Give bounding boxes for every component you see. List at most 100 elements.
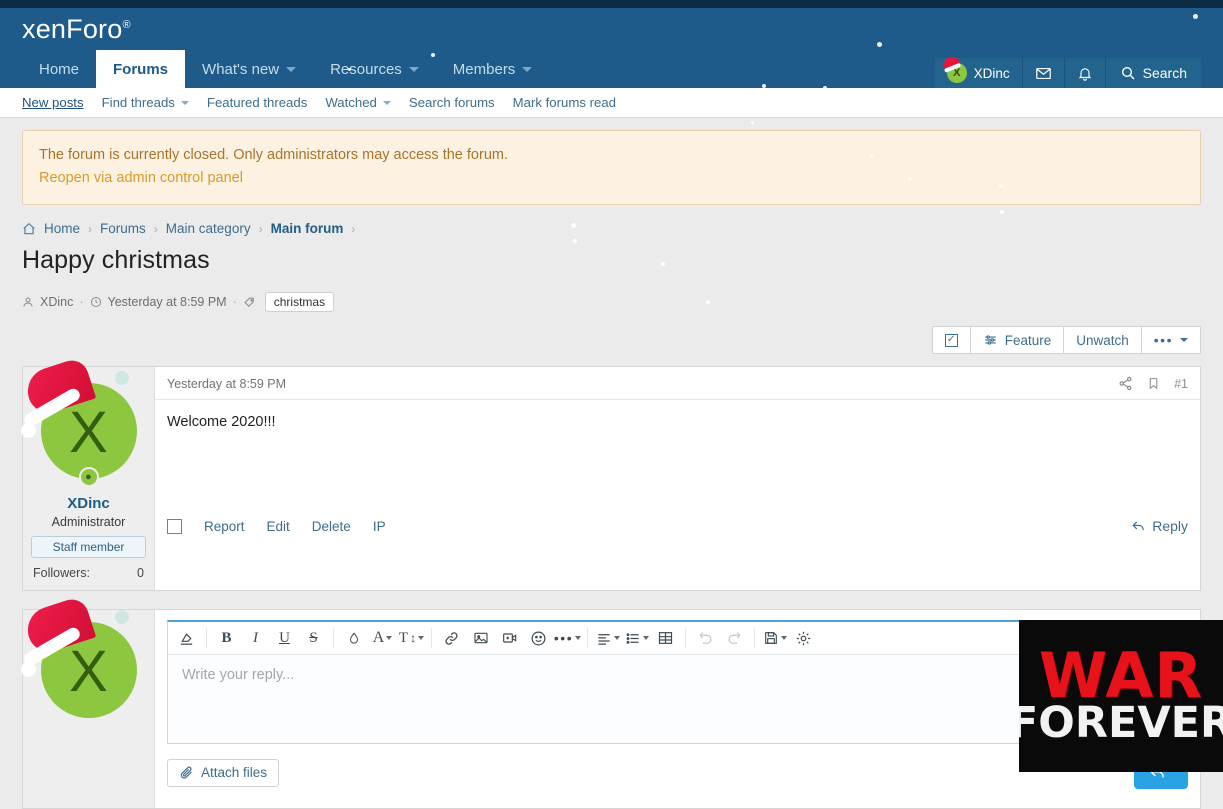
breadcrumb-separator: › bbox=[153, 221, 158, 236]
meta-separator: · bbox=[79, 295, 84, 310]
subnav-item-label: Watched bbox=[325, 95, 377, 110]
font-family-icon[interactable]: A bbox=[368, 624, 397, 653]
site-logo[interactable]: xenForo® bbox=[22, 14, 131, 45]
bold-icon[interactable]: B bbox=[212, 624, 241, 653]
subnav-item-find-threads[interactable]: Find threads bbox=[102, 95, 189, 110]
subnav-item-featured-threads[interactable]: Featured threads bbox=[207, 95, 307, 110]
font-size-icon[interactable]: T ↕ bbox=[397, 624, 426, 653]
underline-icon[interactable]: U bbox=[270, 624, 299, 653]
nav-item-resources[interactable]: Resources bbox=[313, 50, 436, 88]
thread-tools-group: ✓ Feature Unwatch ••• bbox=[931, 326, 1201, 355]
avatar[interactable]: X ● bbox=[20, 356, 137, 488]
online-status-icon: ● bbox=[78, 467, 99, 488]
followers-row: Followers: 0 bbox=[31, 566, 146, 580]
nav-item-whats-new[interactable]: What's new bbox=[185, 50, 313, 88]
nav-item-members[interactable]: Members bbox=[436, 50, 550, 88]
breadcrumb-item-main-category[interactable]: Main category bbox=[166, 221, 251, 236]
post-number[interactable]: #1 bbox=[1174, 377, 1188, 391]
undo-icon[interactable] bbox=[691, 624, 720, 653]
inbox-button[interactable] bbox=[1022, 58, 1065, 88]
nav-item-home[interactable]: Home bbox=[22, 50, 96, 88]
subnav-item-search-forums[interactable]: Search forums bbox=[409, 95, 495, 110]
overlay-line-2: FOREVER bbox=[1019, 698, 1223, 749]
more-options-button[interactable]: ••• bbox=[1140, 326, 1201, 355]
ip-link[interactable]: IP bbox=[373, 519, 386, 534]
breadcrumb-separator: › bbox=[258, 221, 263, 236]
thread-tag[interactable]: christmas bbox=[264, 292, 335, 313]
smilies-icon[interactable] bbox=[524, 624, 553, 653]
image-icon[interactable] bbox=[466, 624, 495, 653]
sliders-icon bbox=[984, 335, 996, 345]
thread-meta: XDinc · Yesterday at 8:59 PM · christmas bbox=[22, 292, 1201, 313]
forum-closed-notice: The forum is currently closed. Only admi… bbox=[22, 130, 1201, 206]
strikethrough-icon[interactable]: S bbox=[299, 624, 328, 653]
avatar: X bbox=[941, 54, 967, 83]
tag-icon bbox=[244, 297, 254, 307]
santa-hat-tip-icon bbox=[114, 371, 129, 386]
top-accent-strip bbox=[0, 0, 1223, 8]
edit-link[interactable]: Edit bbox=[267, 519, 290, 534]
post-header: Yesterday at 8:59 PM #1 bbox=[155, 367, 1200, 401]
post-actions: Report Edit Delete IP bbox=[167, 518, 386, 534]
editor-settings-icon[interactable] bbox=[789, 624, 818, 653]
chevron-down-icon bbox=[642, 636, 649, 641]
user-menu-button[interactable]: X XDinc bbox=[934, 54, 1023, 88]
main-navigation: Home Forums What's new Resources Members bbox=[22, 50, 549, 88]
select-thread-button[interactable]: ✓ bbox=[931, 326, 970, 355]
breadcrumb: Home › Forums › Main category › Main for… bbox=[22, 221, 1201, 236]
video-icon[interactable] bbox=[495, 624, 524, 653]
chevron-down-icon bbox=[575, 636, 582, 641]
bookmark-icon[interactable] bbox=[1147, 376, 1160, 391]
breadcrumb-item-home[interactable]: Home bbox=[44, 221, 80, 236]
post-body: Welcome 2020!!! bbox=[167, 414, 276, 431]
subnav-item-watched[interactable]: Watched bbox=[325, 95, 391, 110]
post-date[interactable]: Yesterday at 8:59 PM bbox=[167, 377, 286, 391]
unwatch-button[interactable]: Unwatch bbox=[1063, 326, 1141, 355]
post-select-checkbox[interactable] bbox=[167, 518, 182, 534]
breadcrumb-item-main-forum[interactable]: Main forum bbox=[271, 221, 344, 236]
report-link[interactable]: Report bbox=[204, 519, 245, 534]
italic-icon[interactable]: I bbox=[241, 624, 270, 653]
subnav-item-label: Featured threads bbox=[206, 95, 308, 110]
table-icon[interactable] bbox=[651, 624, 680, 653]
text-color-icon[interactable] bbox=[339, 624, 368, 653]
more-dots-icon: ••• bbox=[1153, 332, 1173, 349]
subnav-item-mark-forums-read[interactable]: Mark forums read bbox=[513, 95, 616, 110]
reply-label: Reply bbox=[1152, 518, 1188, 535]
thread-author-link[interactable]: XDinc bbox=[40, 295, 73, 309]
delete-link[interactable]: Delete bbox=[312, 519, 351, 534]
notice-message: The forum is currently closed. Only admi… bbox=[39, 147, 508, 163]
search-button[interactable]: Search bbox=[1105, 58, 1201, 88]
bell-icon bbox=[1078, 67, 1091, 81]
clock-icon bbox=[90, 297, 101, 308]
alerts-button[interactable] bbox=[1064, 58, 1106, 88]
subnav-item-new-posts[interactable]: New posts bbox=[22, 95, 84, 110]
breadcrumb-separator: › bbox=[351, 221, 356, 236]
nav-item-label: Resources bbox=[330, 60, 402, 78]
remove-formatting-icon[interactable] bbox=[172, 624, 201, 653]
more-options-icon[interactable]: ••• bbox=[553, 624, 582, 653]
post-author-name[interactable]: XDinc bbox=[31, 495, 146, 512]
toolbar-separator bbox=[206, 628, 207, 649]
reply-arrow-icon bbox=[1132, 521, 1144, 531]
link-icon[interactable] bbox=[437, 624, 466, 653]
meta-separator: · bbox=[232, 295, 237, 310]
post-main: Yesterday at 8:59 PM #1 Welcome 2020!!! bbox=[155, 367, 1200, 590]
site-logo-mark: ® bbox=[122, 19, 131, 31]
share-icon[interactable] bbox=[1118, 376, 1133, 391]
list-icon[interactable] bbox=[622, 624, 651, 653]
notice-action-link[interactable]: Reopen via admin control panel bbox=[39, 167, 1184, 190]
redo-icon[interactable] bbox=[720, 624, 749, 653]
breadcrumb-item-forums[interactable]: Forums bbox=[100, 221, 146, 236]
toolbar-separator bbox=[431, 628, 432, 649]
avatar-letter: X bbox=[69, 400, 108, 466]
align-icon[interactable] bbox=[593, 624, 622, 653]
snowflake-dot bbox=[751, 121, 754, 124]
thread-date[interactable]: Yesterday at 8:59 PM bbox=[108, 295, 227, 309]
nav-item-forums[interactable]: Forums bbox=[96, 50, 186, 88]
reply-button[interactable]: Reply bbox=[1131, 518, 1188, 534]
avatar[interactable]: X bbox=[20, 595, 137, 719]
draft-icon[interactable] bbox=[760, 624, 789, 653]
attach-files-button[interactable]: Attach files bbox=[167, 758, 280, 787]
feature-button[interactable]: Feature bbox=[969, 326, 1064, 355]
